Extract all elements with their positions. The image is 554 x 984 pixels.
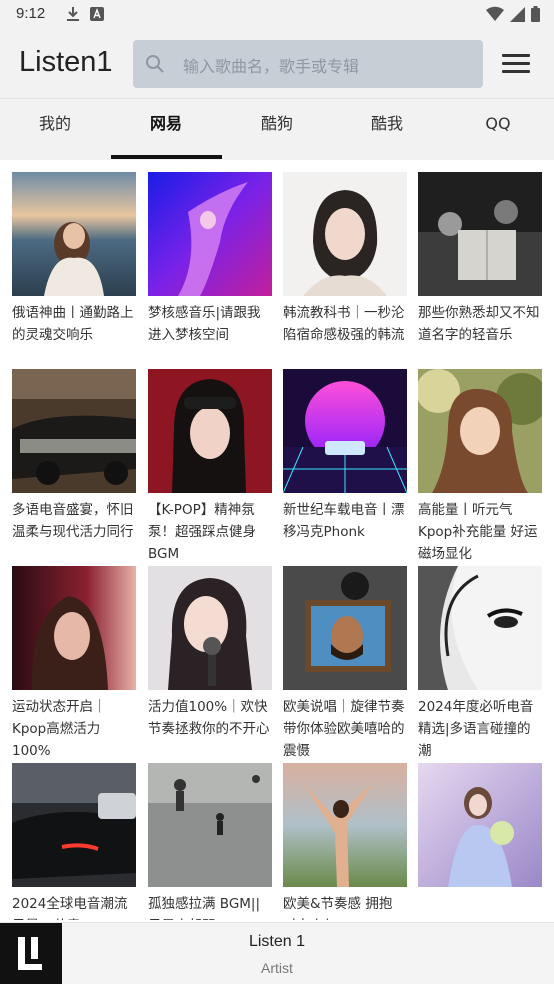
playlist-card[interactable]: 2024年度必听电音精选|多语言碰撞的潮 — [418, 566, 542, 762]
playlist-card[interactable]: 【K-POP】精神氛泵！超强踩点健身BGM — [148, 369, 272, 565]
search-placeholder: 输入歌曲名，歌手或专辑 — [183, 57, 360, 76]
signal-icon — [510, 6, 525, 26]
playlist-cover[interactable] — [283, 172, 407, 296]
playlist-cover[interactable] — [12, 369, 136, 493]
player-bar[interactable]: Listen 1 Artist — [0, 922, 554, 984]
download-icon — [66, 6, 80, 26]
playlist-title[interactable]: 梦核感音乐|请跟我进入梦核空间 — [148, 302, 272, 346]
playlist-card[interactable]: 运动状态开启｜Kpop高燃活力100% — [12, 566, 136, 762]
tab-kuwo[interactable]: 酷我 — [332, 99, 442, 161]
playlist-cover[interactable] — [283, 763, 407, 887]
playlist-cover[interactable] — [148, 172, 272, 296]
status-bar: 9:12 — [0, 0, 554, 30]
playlist-cover[interactable] — [283, 566, 407, 690]
status-time: 9:12 — [16, 5, 46, 22]
playlist-card[interactable]: 那些你熟悉却又不知道名字的轻音乐 — [418, 172, 542, 346]
playlist-card[interactable]: 高能量丨听元气Kpop补充能量 好运磁场显化 — [418, 369, 542, 565]
tab-netease[interactable]: 网易 — [111, 99, 221, 161]
playlist-title[interactable]: 2024全球电音潮流风暴DJ节奏 — [12, 893, 136, 920]
playlist-card[interactable]: 俄语神曲丨通勤路上的灵魂交响乐 — [12, 172, 136, 346]
playlist-card[interactable]: 新世纪车载电音丨漂移冯克Phonk — [283, 369, 407, 543]
playlist-title[interactable]: 运动状态开启｜Kpop高燃活力100% — [12, 696, 136, 762]
playlist-card[interactable]: 梦核感音乐|请跟我进入梦核空间 — [148, 172, 272, 346]
app-header: Listen1 输入歌曲名，歌手或专辑 — [0, 30, 554, 98]
playlist-cover[interactable] — [148, 763, 272, 887]
playlist-card[interactable]: 2024全球电音潮流风暴DJ节奏 — [12, 763, 136, 920]
playlist-cover[interactable] — [148, 566, 272, 690]
playlist-cover[interactable] — [12, 172, 136, 296]
playlist-title[interactable]: 高能量丨听元气Kpop补充能量 好运磁场显化 — [418, 499, 542, 565]
tab-kugou[interactable]: 酷狗 — [222, 99, 332, 161]
search-input[interactable]: 输入歌曲名，歌手或专辑 — [133, 40, 483, 88]
playlist-card[interactable]: 韩流教科书｜一秒沦陷宿命感极强的韩流 — [283, 172, 407, 346]
playlist-card[interactable]: 孤独感拉满 BGM||风是大胡琴 — [148, 763, 272, 920]
platform-tabs: 我的 网易 酷狗 酷我 QQ — [0, 98, 554, 160]
playlist-card[interactable]: 活力值100%｜欢快节奏拯救你的不开心 — [148, 566, 272, 740]
playlist-grid: 俄语神曲丨通勤路上的灵魂交响乐 梦核感音乐|请跟我进入梦核空间 韩流教科书｜一秒… — [0, 160, 554, 920]
now-playing-artist: Artist — [261, 960, 293, 976]
playlist-title[interactable]: 多语电音盛宴，怀旧温柔与现代活力同行 — [12, 499, 136, 543]
playlist-cover[interactable] — [12, 566, 136, 690]
playlist-cover[interactable] — [418, 763, 542, 887]
tab-qq[interactable]: QQ — [443, 99, 553, 161]
playlist-title[interactable]: 2024年度必听电音精选|多语言碰撞的潮 — [418, 696, 542, 762]
app-title: Listen1 — [19, 46, 113, 78]
playlist-cover[interactable] — [418, 566, 542, 690]
active-tab-indicator — [111, 155, 222, 159]
playlist-cover[interactable] — [418, 369, 542, 493]
playlist-title[interactable]: 俄语神曲丨通勤路上的灵魂交响乐 — [12, 302, 136, 346]
playlist-title[interactable]: 新世纪车载电音丨漂移冯克Phonk — [283, 499, 407, 543]
playlist-card[interactable]: 多语电音盛宴，怀旧温柔与现代活力同行 — [12, 369, 136, 543]
playlist-title[interactable]: 欧美&节奏感 拥抱 对自由与 — [283, 893, 407, 920]
playlist-title[interactable]: 活力值100%｜欢快节奏拯救你的不开心 — [148, 696, 272, 740]
notification-a-icon — [90, 6, 104, 26]
playlist-cover[interactable] — [418, 172, 542, 296]
playlist-title[interactable]: 欧美说唱｜旋律节奏带你体验欧美嘻哈的震慑 — [283, 696, 407, 762]
playlist-cover[interactable] — [12, 763, 136, 887]
playlist-card[interactable] — [418, 763, 542, 893]
search-icon — [145, 54, 165, 78]
battery-icon — [531, 6, 540, 26]
playlist-title[interactable]: 孤独感拉满 BGM||风是大胡琴 — [148, 893, 272, 920]
tab-mine[interactable]: 我的 — [0, 99, 110, 161]
playlist-title[interactable]: 【K-POP】精神氛泵！超强踩点健身BGM — [148, 499, 272, 565]
hamburger-menu-icon[interactable] — [499, 50, 533, 78]
wifi-icon — [486, 6, 504, 26]
playlist-card[interactable]: 欧美&节奏感 拥抱 对自由与 — [283, 763, 407, 920]
playlist-title[interactable]: 那些你熟悉却又不知道名字的轻音乐 — [418, 302, 542, 346]
now-playing-title: Listen 1 — [248, 933, 306, 950]
playlist-card[interactable]: 欧美说唱｜旋律节奏带你体验欧美嘻哈的震慑 — [283, 566, 407, 762]
playlist-cover[interactable] — [148, 369, 272, 493]
playlist-cover[interactable] — [283, 369, 407, 493]
playlist-title[interactable]: 韩流教科书｜一秒沦陷宿命感极强的韩流 — [283, 302, 407, 346]
